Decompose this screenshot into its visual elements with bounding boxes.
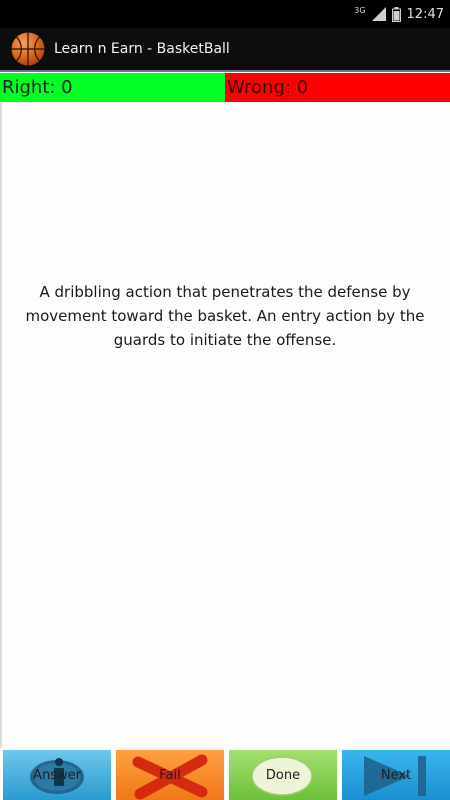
answer-button-label: Answer	[33, 768, 81, 783]
action-bar-divider	[0, 70, 450, 72]
app-title: Learn n Earn - BasketBall	[54, 41, 230, 57]
bottom-button-bar: Answer Fail Done Next	[0, 748, 450, 800]
question-text: A dribbling action that penetrates the d…	[25, 283, 425, 349]
done-button[interactable]: Done	[229, 750, 337, 800]
status-indicators: 3G 12:47	[354, 4, 444, 24]
status-time: 12:47	[406, 6, 444, 22]
basketball-icon[interactable]	[10, 31, 46, 67]
done-button-label: Done	[265, 768, 301, 783]
right-score: Right: 0	[0, 73, 225, 102]
signal-icon	[371, 7, 386, 21]
network-type-label: 3G	[354, 5, 366, 15]
next-button-label: Next	[380, 768, 412, 783]
fail-button[interactable]: Fail	[116, 750, 224, 800]
content-left-edge	[0, 102, 2, 748]
wrong-score: Wrong: 0	[225, 73, 450, 102]
question-area	[0, 102, 450, 748]
fail-button-label: Fail	[159, 768, 181, 783]
next-button[interactable]: Next	[342, 750, 450, 800]
score-bar: Right: 0 Wrong: 0	[0, 73, 450, 102]
battery-icon	[391, 6, 401, 22]
action-bar: Learn n Earn - BasketBall	[0, 28, 450, 70]
answer-button[interactable]: Answer	[3, 750, 111, 800]
status-bar: 3G 12:47	[0, 0, 450, 28]
